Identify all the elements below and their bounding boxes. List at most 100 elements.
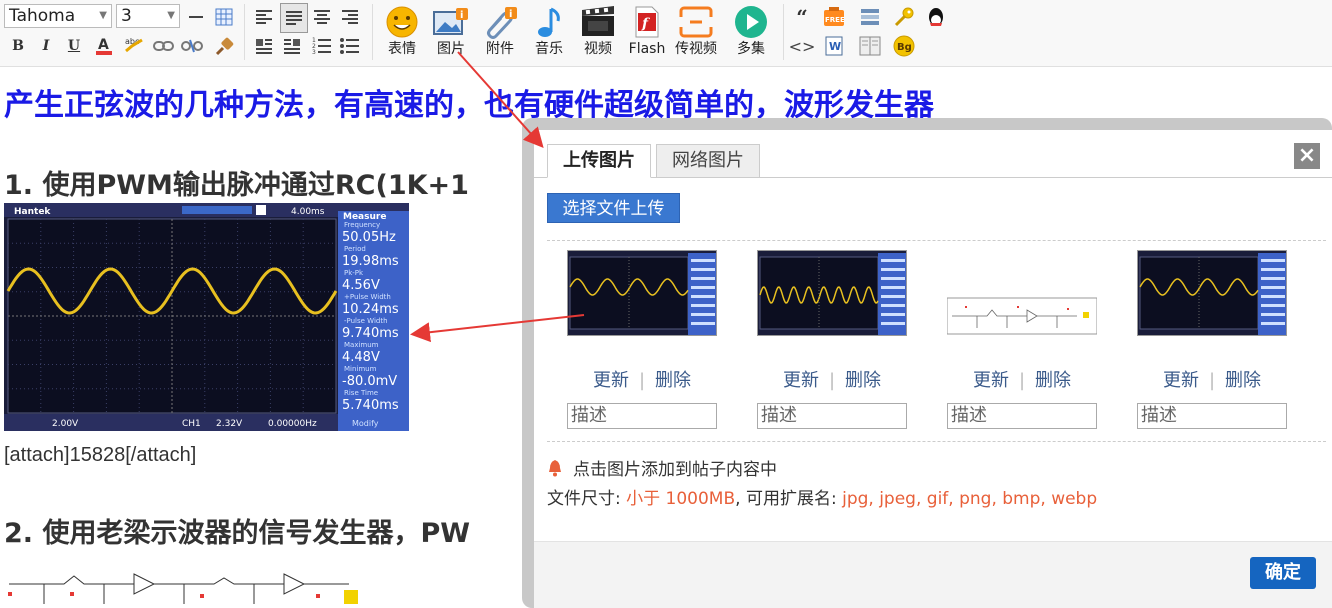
align-justify-icon[interactable]: [280, 3, 308, 33]
delete-link[interactable]: 删除: [655, 370, 691, 391]
description-input[interactable]: 描述: [947, 403, 1097, 429]
image-thumbnail[interactable]: [1137, 250, 1287, 336]
measure-label: +Pulse Width: [344, 293, 391, 301]
video-button[interactable]: 视频: [574, 4, 622, 62]
card-actions: 更新 | 删除: [1137, 366, 1287, 392]
upload-video-icon: [672, 4, 720, 40]
flash-icon: f: [623, 4, 671, 40]
horizontal-rule-icon[interactable]: [184, 5, 208, 29]
upload-video-label: 传视频: [675, 41, 717, 57]
description-input[interactable]: 描述: [1137, 403, 1287, 429]
image-card: 更新 | 删除 描述: [567, 250, 719, 429]
dialog-body: 上传图片 网络图片 × 选择文件上传 更新 | 删除 描述 更新 | 删除 描述: [534, 130, 1332, 608]
schematic-image[interactable]: [4, 554, 404, 608]
bell-icon: [547, 459, 563, 482]
free-icon[interactable]: FREE: [822, 5, 846, 29]
oscilloscope-image[interactable]: Hantek 4.00ms Measure Frequency 50.05Hz Pe…: [4, 203, 409, 431]
float-left-icon[interactable]: [252, 34, 276, 58]
thumbnail-oscilloscope: [568, 251, 716, 335]
modify-label: Modify: [352, 419, 379, 428]
page-layout-icon[interactable]: [858, 34, 882, 58]
bold-icon[interactable]: B: [6, 34, 30, 58]
table-icon[interactable]: [212, 5, 236, 29]
section-heading-1: 1. 使用PWM输出脉冲通过RC(1K+1: [4, 170, 469, 201]
update-link[interactable]: 更新: [1163, 370, 1199, 391]
hide-content-icon[interactable]: [858, 5, 882, 29]
description-input[interactable]: 描述: [567, 403, 717, 429]
image-button[interactable]: i 图片: [427, 4, 475, 62]
quote-icon[interactable]: “: [790, 5, 814, 29]
unlink-icon[interactable]: [180, 34, 204, 58]
action-separator: |: [1018, 370, 1026, 391]
font-family-select[interactable]: Tahoma ▼: [4, 4, 112, 28]
image-thumbnail[interactable]: [567, 250, 717, 336]
emoji-icon: [378, 4, 426, 40]
attachment-button[interactable]: i 附件: [476, 4, 524, 62]
qq-icon[interactable]: [924, 5, 948, 29]
emoji-button[interactable]: 表情: [378, 4, 426, 62]
link-icon[interactable]: [152, 34, 176, 58]
tip-text: 点击图片添加到帖子内容中: [573, 460, 777, 480]
float-right-icon[interactable]: [280, 34, 304, 58]
update-link[interactable]: 更新: [593, 370, 629, 391]
delete-link[interactable]: 删除: [845, 370, 881, 391]
measure-value: -80.0mV: [342, 374, 397, 389]
delete-link[interactable]: 删除: [1035, 370, 1071, 391]
dashed-divider: [547, 441, 1326, 442]
oscilloscope-screen: Hantek 4.00ms Measure Frequency50.05HzPe…: [4, 203, 409, 431]
svg-text:W: W: [829, 40, 841, 53]
series-button[interactable]: 多集: [727, 4, 775, 62]
tab-network-image[interactable]: 网络图片: [656, 144, 760, 178]
measure-label: Period: [344, 245, 366, 253]
ordered-list-icon[interactable]: 123: [310, 34, 334, 58]
update-link[interactable]: 更新: [973, 370, 1009, 391]
play-series-icon: [727, 4, 775, 40]
attachment-icon: i: [476, 4, 524, 40]
align-center-icon[interactable]: [310, 5, 334, 29]
svg-text:3: 3: [312, 49, 316, 55]
spellcheck-icon[interactable]: abc: [122, 34, 146, 58]
image-card: 更新 | 删除 描述: [1137, 250, 1289, 429]
size-label: 文件尺寸:: [547, 489, 627, 509]
music-button[interactable]: 音乐: [525, 4, 573, 62]
format-brush-icon[interactable]: [212, 34, 236, 58]
align-right-icon[interactable]: [338, 5, 362, 29]
file-info: 文件尺寸: 小于 1000MB, 可用扩展名: jpg, jpeg, gif, …: [547, 484, 1097, 509]
flash-button[interactable]: f Flash: [623, 4, 671, 62]
image-thumbnail[interactable]: [947, 250, 1097, 336]
font-color-icon[interactable]: A: [92, 34, 116, 58]
italic-icon[interactable]: I: [34, 34, 58, 58]
action-separator: |: [828, 370, 836, 391]
measure-label: -Pulse Width: [344, 317, 388, 325]
font-size-select[interactable]: 3 ▼: [116, 4, 180, 28]
size-value: 小于 1000MB: [626, 489, 736, 509]
unordered-list-icon[interactable]: [338, 34, 362, 58]
description-input[interactable]: 描述: [757, 403, 907, 429]
select-file-upload-button[interactable]: 选择文件上传: [547, 193, 680, 223]
image-thumbnail[interactable]: [757, 250, 907, 336]
delete-link[interactable]: 删除: [1225, 370, 1261, 391]
confirm-button[interactable]: 确定: [1250, 557, 1316, 589]
underline-icon[interactable]: U: [62, 34, 86, 58]
flash-label: Flash: [628, 41, 666, 57]
dashed-divider: [547, 240, 1326, 241]
update-link[interactable]: 更新: [783, 370, 819, 391]
toolbar-divider: [783, 4, 784, 60]
svg-text:i: i: [460, 10, 463, 21]
tip-row: 点击图片添加到帖子内容中: [547, 455, 777, 482]
key-icon[interactable]: [892, 5, 916, 29]
card-actions: 更新 | 删除: [757, 366, 907, 392]
code-icon[interactable]: <>: [789, 34, 816, 58]
measure-label: Rise Time: [344, 389, 378, 397]
close-button[interactable]: ×: [1294, 143, 1320, 169]
ext-value: jpg, jpeg, gif, png, bmp, webp: [842, 489, 1098, 509]
image-label: 图片: [437, 41, 465, 57]
editor-toolbar: Tahoma ▼ 3 ▼ B I U A abc 1 2 3 表情 i 图片 i…: [0, 0, 1332, 67]
chevron-down-icon: ▼: [99, 10, 107, 21]
align-left-icon[interactable]: [252, 5, 276, 29]
svg-text:A: A: [98, 37, 109, 53]
background-icon[interactable]: Bg: [892, 34, 916, 58]
upload-video-button[interactable]: 传视频: [672, 4, 720, 62]
tab-upload-image[interactable]: 上传图片: [547, 144, 651, 178]
word-paste-icon[interactable]: W: [822, 34, 846, 58]
